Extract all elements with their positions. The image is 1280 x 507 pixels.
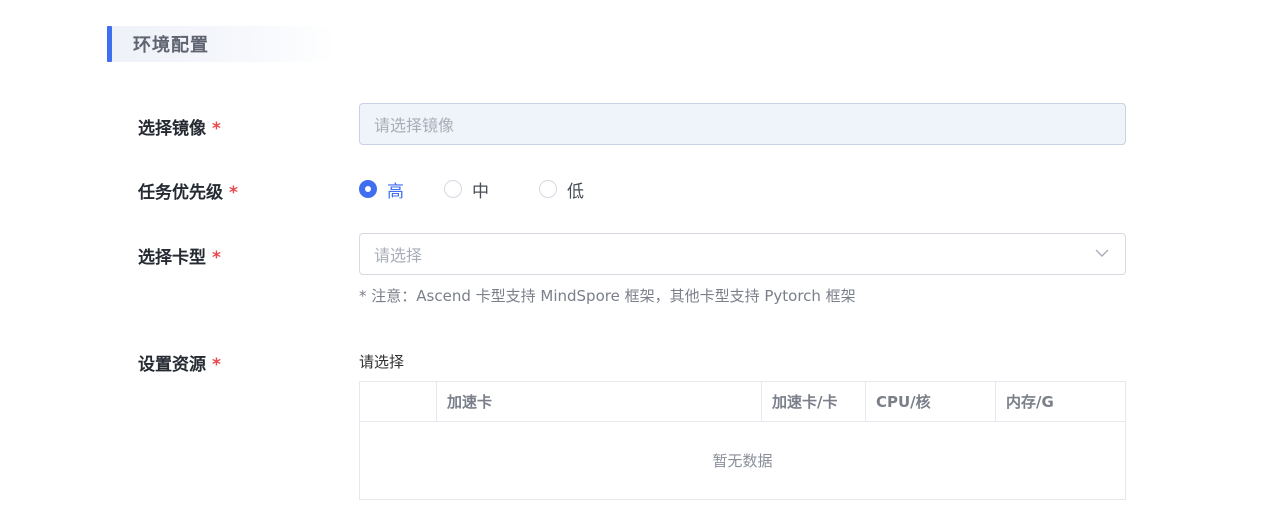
card-type-note: * 注意：Ascend 卡型支持 MindSpore 框架，其他卡型支持 Pyt… xyxy=(359,287,856,305)
priority-label-text: 任务优先级 xyxy=(138,183,223,203)
resources-table: 加速卡 加速卡/卡 CPU/核 内存/G 暂无数据 xyxy=(359,381,1126,500)
section-bar xyxy=(107,26,112,62)
table-header: 加速卡 加速卡/卡 CPU/核 内存/G xyxy=(360,382,1125,422)
card-type-label-text: 选择卡型 xyxy=(138,248,206,268)
card-type-select[interactable]: 请选择 xyxy=(359,233,1126,275)
required-mark: * xyxy=(212,248,221,268)
section-title: 环境配置 xyxy=(133,35,209,56)
table-header-accelerator: 加速卡 xyxy=(437,382,762,421)
section-header: 环境配置 xyxy=(107,26,337,62)
table-header-select xyxy=(360,382,437,421)
required-mark: * xyxy=(212,355,221,375)
card-type-placeholder: 请选择 xyxy=(374,246,423,265)
priority-radio-medium-label: 中 xyxy=(472,181,489,202)
resources-sublabel: 请选择 xyxy=(359,353,405,371)
image-select-input[interactable]: 请选择镜像 xyxy=(359,103,1126,145)
priority-radio-high-label: 高 xyxy=(387,181,404,202)
priority-radio-medium[interactable]: 中 xyxy=(444,177,489,202)
priority-radio-group: 高 中 低 xyxy=(359,176,584,202)
priority-label: 任务优先级 * xyxy=(138,178,238,203)
required-mark: * xyxy=(229,183,238,203)
priority-radio-low-label: 低 xyxy=(567,181,584,202)
radio-unchecked-icon xyxy=(444,180,462,198)
card-type-label: 选择卡型 * xyxy=(138,243,221,268)
table-header-memory: 内存/G xyxy=(1006,393,1054,411)
radio-unchecked-icon xyxy=(539,180,557,198)
table-header-accelerator-count: 加速卡/卡 xyxy=(762,382,866,421)
priority-radio-low[interactable]: 低 xyxy=(539,177,584,202)
table-header-cpu: CPU/核 xyxy=(866,382,996,421)
resources-label: 设置资源 * xyxy=(138,350,221,375)
image-label: 选择镜像 * xyxy=(138,114,221,139)
resources-label-text: 设置资源 xyxy=(138,355,206,375)
image-label-text: 选择镜像 xyxy=(138,119,206,139)
chevron-down-icon xyxy=(1095,249,1109,257)
table-empty-text: 暂无数据 xyxy=(712,452,773,470)
image-select-placeholder: 请选择镜像 xyxy=(374,116,455,135)
priority-radio-high[interactable]: 高 xyxy=(359,177,404,202)
radio-checked-icon xyxy=(359,180,377,198)
required-mark: * xyxy=(212,119,221,139)
